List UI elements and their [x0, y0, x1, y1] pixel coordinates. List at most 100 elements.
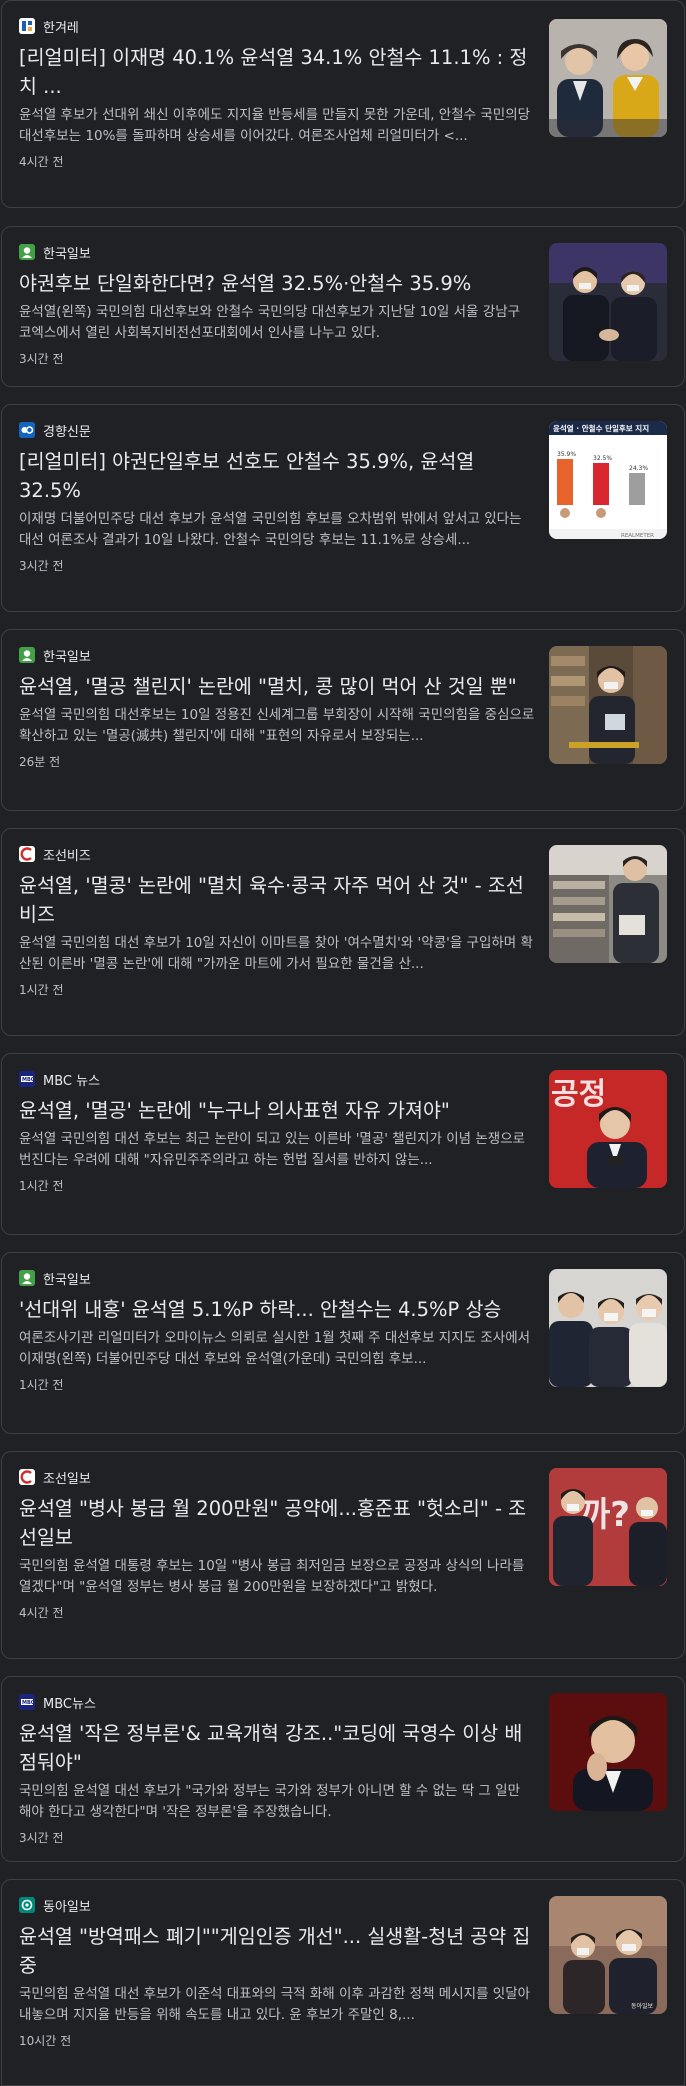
news-source-name: 한국일보: [43, 246, 91, 262]
news-thumbnail[interactable]: [549, 845, 667, 963]
news-headline-link[interactable]: 야권후보 단일화한다면? 윤석열 32.5%·안철수 35.9%: [19, 269, 535, 298]
news-headline-link[interactable]: '선대위 내홍' 윤석열 5.1%P 하락... 안철수는 4.5%P 상승: [19, 1295, 535, 1324]
news-snippet: 윤석열 후보가 선대위 쇄신 이후에도 지지율 반등세를 만들지 못한 가운데,…: [19, 107, 531, 144]
news-source: MBC MBC뉴스: [19, 1691, 535, 1713]
news-timestamp: 10시간 전: [19, 2034, 72, 2048]
news-timestamp: 4시간 전: [19, 155, 64, 169]
news-timestamp: 3시간 전: [19, 352, 64, 366]
news-source: 한겨레: [19, 15, 535, 37]
news-thumbnail[interactable]: [549, 19, 667, 137]
news-timestamp: 1시간 전: [19, 1179, 64, 1193]
hankookilbo-logo-icon: [19, 244, 35, 260]
kyunghyang-logo-icon: [19, 422, 35, 438]
hankookilbo-logo-icon: [19, 1270, 35, 1286]
news-source-name: 동아일보: [43, 1899, 91, 1915]
news-card-text: 한국일보 '선대위 내홍' 윤석열 5.1%P 하락... 안철수는 4.5%P…: [19, 1267, 535, 1393]
news-snippet: 국민의힘 윤석열 대통령 후보는 10일 "병사 봉급 최저임금 보장으로 공정…: [19, 1558, 525, 1595]
thumbnail-watermark: 동아일보: [631, 2002, 654, 2010]
news-timestamp: 1시간 전: [19, 1378, 64, 1392]
news-thumbnail[interactable]: [549, 1693, 667, 1811]
hankookilbo-logo-icon: [19, 647, 35, 663]
news-source: MBC MBC 뉴스: [19, 1068, 535, 1090]
news-card[interactable]: 동아일보 윤석열 "방역패스 폐기""게임인증 개선"... 실생활-청년 공약…: [1, 1879, 685, 2086]
news-snippet: 여론조사기관 리얼미터가 오마이뉴스 의뢰로 실시한 1월 첫째 주 대선후보 …: [19, 1330, 531, 1367]
thumbnail-banner-text: 공정: [551, 1077, 606, 1112]
hankyoreh-logo-icon: [19, 18, 35, 34]
news-headline-link[interactable]: 윤석열 '작은 정부론'& 교육개혁 강조.."코딩에 국영수 이상 배점둬야": [19, 1719, 535, 1777]
news-snippet: 윤석열 국민의힘 대선 후보는 최근 논란이 되고 있는 이른바 '멸공' 챌린…: [19, 1131, 526, 1168]
news-snippet: 국민의힘 윤석열 대선 후보가 "국가와 정부는 국가와 정부가 아니면 할 수…: [19, 1783, 520, 1820]
news-timestamp: 1시간 전: [19, 983, 64, 997]
news-timestamp: 26분 전: [19, 755, 61, 769]
chosun-logo-icon: [19, 1469, 35, 1485]
news-timestamp: 4시간 전: [19, 1606, 64, 1620]
svg-text:35.9%: 35.9%: [557, 451, 576, 458]
news-timestamp: 3시간 전: [19, 1831, 64, 1845]
news-source-name: 한국일보: [43, 649, 91, 665]
svg-text:MBC: MBC: [22, 1700, 35, 1706]
news-card-text: 동아일보 윤석열 "방역패스 폐기""게임인증 개선"... 실생활-청년 공약…: [19, 1894, 535, 2049]
news-source: 한국일보: [19, 644, 535, 666]
thumbnail-chart-footer: REALMETER: [621, 533, 654, 539]
news-snippet: 윤석열 국민의힘 대선후보는 10일 정용진 신세계그룹 부회장이 시작해 국민…: [19, 707, 535, 744]
news-card[interactable]: 한겨레 [리얼미터] 이재명 40.1% 윤석열 34.1% 안철수 11.1%…: [1, 0, 685, 208]
news-headline-link[interactable]: 윤석열 "병사 봉급 월 200만원" 공약에...홍준표 "헛소리" - 조선…: [19, 1494, 535, 1552]
news-source: 조선일보: [19, 1466, 535, 1488]
news-snippet: 윤석열 국민의힘 대선 후보가 10일 자신이 이마트를 찾아 '여수멸치'와 …: [19, 935, 533, 972]
news-source: 동아일보: [19, 1894, 535, 1916]
thumbnail-chart-title: 윤석열 · 안철수 단일후보 지지: [553, 423, 649, 433]
news-card-text: 한국일보 윤석열, '멸공 챌린지' 논란에 "멸치, 콩 많이 먹어 산 것일…: [19, 644, 535, 770]
news-thumbnail[interactable]: [549, 646, 667, 764]
svg-text:32.5%: 32.5%: [593, 455, 612, 462]
news-card-text: 한국일보 야권후보 단일화한다면? 윤석열 32.5%·안철수 35.9% 윤석…: [19, 241, 535, 367]
news-feed: 한겨레 [리얼미터] 이재명 40.1% 윤석열 34.1% 안철수 11.1%…: [0, 0, 686, 2086]
news-card-text: 한겨레 [리얼미터] 이재명 40.1% 윤석열 34.1% 안철수 11.1%…: [19, 15, 535, 170]
news-snippet: 국민의힘 윤석열 대선 후보가 이준석 대표와의 극적 화해 이후 과감한 정책…: [19, 1986, 531, 2023]
news-timestamp: 3시간 전: [19, 559, 64, 573]
news-card-text: MBC MBC 뉴스 윤석열, '멸공' 논란에 "누구나 의사표현 자유 가져…: [19, 1068, 535, 1194]
chosunbiz-logo-icon: [19, 846, 35, 862]
news-thumbnail[interactable]: 까?: [549, 1468, 667, 1586]
news-card-text: 경향신문 [리얼미터] 야권단일후보 선호도 안철수 35.9%, 윤석열 32…: [19, 419, 535, 574]
donga-logo-icon: [19, 1897, 35, 1913]
news-headline-link[interactable]: [리얼미터] 야권단일후보 선호도 안철수 35.9%, 윤석열 32.5%: [19, 447, 535, 505]
news-headline-link[interactable]: 윤석열, '멸공 챌린지' 논란에 "멸치, 콩 많이 먹어 산 것일 뿐": [19, 672, 535, 701]
news-thumbnail[interactable]: [549, 1269, 667, 1387]
news-thumbnail[interactable]: 동아일보: [549, 1896, 667, 2014]
news-snippet: 이재명 더불어민주당 대선 후보가 윤석열 국민의힘 후보를 오차범위 밖에서 …: [19, 511, 522, 548]
mbc-logo-icon: MBC: [19, 1694, 35, 1710]
news-card[interactable]: 한국일보 '선대위 내홍' 윤석열 5.1%P 하락... 안철수는 4.5%P…: [1, 1252, 685, 1434]
news-headline-link[interactable]: 윤석열 "방역패스 폐기""게임인증 개선"... 실생활-청년 공약 집중: [19, 1922, 535, 1980]
news-card[interactable]: 조선일보 윤석열 "병사 봉급 월 200만원" 공약에...홍준표 "헛소리"…: [1, 1451, 685, 1659]
news-headline-link[interactable]: [리얼미터] 이재명 40.1% 윤석열 34.1% 안철수 11.1% : 정…: [19, 43, 535, 101]
news-card[interactable]: 조선비즈 윤석열, '멸콩' 논란에 "멸치 육수·콩국 자주 먹어 산 것" …: [1, 828, 685, 1036]
news-card[interactable]: MBC MBC뉴스 윤석열 '작은 정부론'& 교육개혁 강조.."코딩에 국영…: [1, 1676, 685, 1862]
news-card-text: MBC MBC뉴스 윤석열 '작은 정부론'& 교육개혁 강조.."코딩에 국영…: [19, 1691, 535, 1846]
news-thumbnail[interactable]: 윤석열 · 안철수 단일후보 지지 35.9% 32.5% 24.3% REAL…: [549, 421, 667, 539]
news-snippet: 윤석열(왼쪽) 국민의힘 대선후보와 안철수 국민의당 대선후보가 지난달 10…: [19, 304, 521, 341]
news-source-name: MBC 뉴스: [43, 1073, 101, 1089]
news-source-name: 경향신문: [43, 424, 91, 440]
news-source-name: MBC뉴스: [43, 1696, 96, 1712]
svg-text:24.3%: 24.3%: [629, 465, 648, 472]
news-card[interactable]: 한국일보 야권후보 단일화한다면? 윤석열 32.5%·안철수 35.9% 윤석…: [1, 226, 685, 387]
news-source-name: 한국일보: [43, 1272, 91, 1288]
news-thumbnail[interactable]: [549, 243, 667, 361]
news-source: 한국일보: [19, 1267, 535, 1289]
news-source: 한국일보: [19, 241, 535, 263]
mbc-logo-icon: MBC: [19, 1071, 35, 1087]
news-card[interactable]: MBC MBC 뉴스 윤석열, '멸공' 논란에 "누구나 의사표현 자유 가져…: [1, 1053, 685, 1235]
news-card[interactable]: 경향신문 [리얼미터] 야권단일후보 선호도 안철수 35.9%, 윤석열 32…: [1, 404, 685, 612]
news-thumbnail[interactable]: 공정: [549, 1070, 667, 1188]
news-source-name: 한겨레: [43, 20, 79, 36]
news-headline-link[interactable]: 윤석열, '멸콩' 논란에 "멸치 육수·콩국 자주 먹어 산 것" - 조선비…: [19, 871, 535, 929]
news-card-text: 조선비즈 윤석열, '멸콩' 논란에 "멸치 육수·콩국 자주 먹어 산 것" …: [19, 843, 535, 998]
news-source-name: 조선일보: [43, 1471, 91, 1487]
news-card[interactable]: 한국일보 윤석열, '멸공 챌린지' 논란에 "멸치, 콩 많이 먹어 산 것일…: [1, 629, 685, 811]
news-headline-link[interactable]: 윤석열, '멸공' 논란에 "누구나 의사표현 자유 가져야": [19, 1096, 535, 1125]
news-source: 조선비즈: [19, 843, 535, 865]
news-source: 경향신문: [19, 419, 535, 441]
news-card-text: 조선일보 윤석열 "병사 봉급 월 200만원" 공약에...홍준표 "헛소리"…: [19, 1466, 535, 1621]
news-source-name: 조선비즈: [43, 848, 91, 864]
svg-text:MBC: MBC: [22, 1077, 35, 1083]
